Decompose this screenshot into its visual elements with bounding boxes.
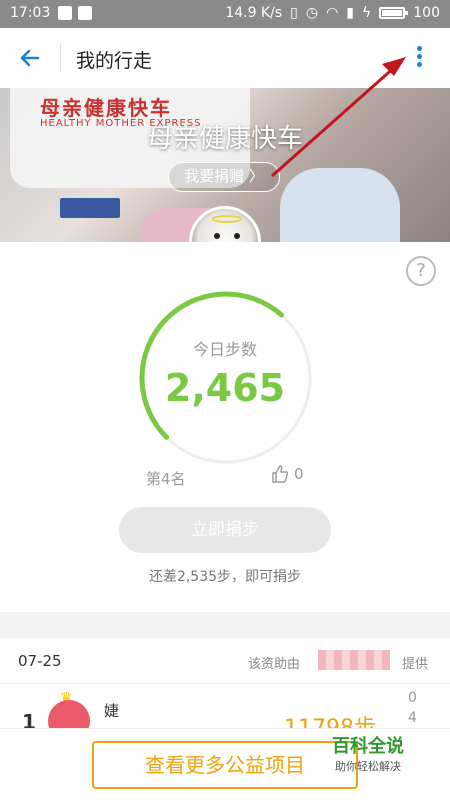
sponsor-label: 该资助由 bbox=[248, 657, 301, 672]
avatar-eye bbox=[214, 233, 220, 239]
alarm-icon: ◷ bbox=[305, 5, 319, 21]
today-steps-value: 2,465 bbox=[164, 366, 286, 410]
row-likes-bottom: 4 bbox=[408, 710, 417, 726]
status-left-icons bbox=[58, 6, 92, 20]
arrow-left-icon[interactable] bbox=[16, 44, 44, 72]
image-icon bbox=[78, 6, 92, 20]
help-icon[interactable]: ? bbox=[406, 256, 436, 286]
shield-icon bbox=[58, 6, 72, 20]
list-date: 07-25 bbox=[18, 652, 62, 670]
watermark-subtitle: 助你轻松解决 bbox=[335, 760, 401, 773]
rank-text: 第4名 bbox=[146, 470, 186, 488]
banner-plate-image bbox=[60, 198, 120, 218]
like-count: 0 bbox=[294, 465, 304, 483]
app-bar: 我的行走 bbox=[0, 28, 450, 88]
like-control[interactable]: 0 bbox=[270, 464, 304, 484]
row-name: 婕 bbox=[104, 702, 120, 720]
more-vertical-icon[interactable] bbox=[414, 46, 424, 70]
appbar-divider bbox=[60, 44, 61, 72]
today-steps-card: ? 今日步数 2,465 第4名 0 立即捐步 还差2,535步，即可捐步 bbox=[0, 242, 450, 612]
page-title: 我的行走 bbox=[76, 50, 153, 72]
row-likes-top: 0 bbox=[408, 690, 417, 706]
donate-button[interactable]: 我要捐赠 〉 bbox=[168, 162, 280, 192]
network-speed: 14.9 K/s bbox=[225, 5, 283, 21]
sponsor-name-blurred bbox=[318, 650, 390, 670]
banner-van-text: 母亲健康快车 bbox=[40, 96, 172, 120]
signal-icon: ▮ bbox=[346, 5, 355, 21]
status-right: 14.9 K/s ▯ ◷ ◠ ▮ ϟ 100 bbox=[225, 5, 440, 21]
banner-blanket-image bbox=[280, 168, 400, 242]
donate-steps-button[interactable]: 立即捐步 bbox=[119, 507, 331, 553]
status-time: 17:03 bbox=[10, 5, 51, 21]
halo-icon bbox=[212, 215, 242, 223]
avatar-eye bbox=[234, 233, 240, 239]
provide-label: 提供 bbox=[402, 657, 429, 672]
steps-remaining-note: 还差2,535步，即可捐步 bbox=[148, 569, 302, 585]
watermark-title: 百科全说 bbox=[332, 736, 404, 757]
status-bar: 17:03 14.9 K/s ▯ ◷ ◠ ▮ ϟ 100 bbox=[0, 0, 450, 28]
wifi-icon: ◠ bbox=[326, 5, 339, 21]
battery-icon bbox=[379, 7, 409, 19]
watermark-logo: 百科全说 助你轻松解决 bbox=[318, 732, 418, 776]
today-steps-label: 今日步数 bbox=[192, 340, 257, 359]
charging-icon: ϟ bbox=[362, 5, 372, 21]
battery-level: 100 bbox=[413, 5, 440, 21]
list-header: 07-25 该资助由 提供 bbox=[0, 638, 450, 684]
banner-headline: 母亲健康快车 bbox=[146, 124, 303, 154]
thumbs-up-icon bbox=[272, 465, 289, 483]
vibrate-icon: ▯ bbox=[290, 5, 298, 21]
